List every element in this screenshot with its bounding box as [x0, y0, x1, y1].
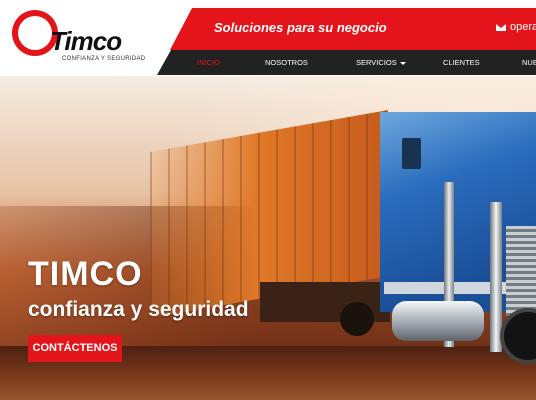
mail-icon: [496, 23, 506, 31]
cab-window: [402, 138, 421, 169]
contact-email-text: opera: [510, 21, 536, 33]
contact-button[interactable]: CONTÁCTENOS: [28, 335, 122, 362]
chevron-down-icon: [399, 61, 406, 65]
truck-grille: [506, 226, 536, 316]
nav-item-servicios-label: SERVICIOS: [356, 58, 397, 67]
contact-email[interactable]: opera: [496, 21, 536, 33]
site-header: Timco CONFIANZA Y SEGURIDAD Soluciones p…: [0, 0, 536, 76]
trailer-wheel: [340, 302, 374, 336]
hero-banner: TIMCO confianza y seguridad CONTÁCTENOS: [0, 76, 536, 400]
main-nav: INICIO NOSOTROS SERVICIOS CLIENTES NUE: [157, 50, 536, 75]
top-banner-bar: Soluciones para su negocio opera: [170, 8, 536, 50]
nav-item-nosotros[interactable]: NOSOTROS: [265, 50, 308, 75]
nav-item-clientes[interactable]: CLIENTES: [443, 50, 480, 75]
nav-item-nuevo[interactable]: NUE: [522, 50, 536, 75]
nav-item-servicios[interactable]: SERVICIOS: [356, 50, 406, 75]
fuel-tank: [392, 301, 484, 341]
timco-logo[interactable]: Timco CONFIANZA Y SEGURIDAD: [12, 10, 145, 68]
logo-wordmark: Timco: [50, 26, 122, 56]
nav-item-inicio[interactable]: INICIO: [197, 50, 220, 75]
header-slogan: Soluciones para su negocio: [214, 20, 387, 35]
hero-subtitle: confianza y seguridad: [28, 298, 249, 321]
hero-title: TIMCO: [28, 255, 143, 293]
logo-tagline: CONFIANZA Y SEGURIDAD: [62, 56, 146, 62]
